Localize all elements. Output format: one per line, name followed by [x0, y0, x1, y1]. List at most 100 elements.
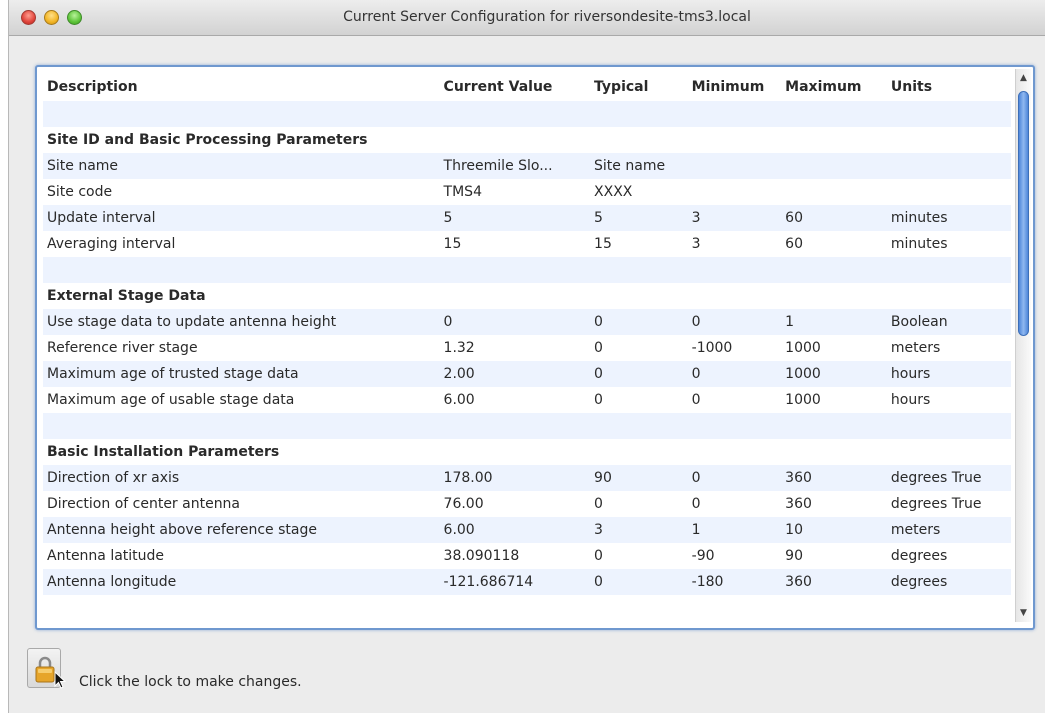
cell-typical[interactable]: 3	[590, 517, 688, 543]
table-row[interactable]: Maximum age of usable stage data 6.00 0 0 10…	[43, 387, 1011, 413]
cell-maximum[interactable]: 60	[781, 231, 887, 257]
cell-description[interactable]: Antenna longitude	[43, 569, 440, 595]
cell-current-value[interactable]: -121.686714	[439, 569, 591, 595]
cell-maximum[interactable]: 1000	[781, 335, 887, 361]
scroll-thumb[interactable]	[1018, 91, 1029, 336]
column-header-units[interactable]: Units	[886, 73, 1011, 101]
scroll-down-arrow-icon[interactable]: ▼	[1016, 606, 1031, 620]
cell-units[interactable]: minutes	[886, 231, 1011, 257]
cell-typical[interactable]: 90	[590, 465, 688, 491]
cell-maximum[interactable]: 10	[781, 517, 887, 543]
cell-maximum[interactable]: 1	[781, 309, 887, 335]
cell-maximum[interactable]	[781, 153, 887, 179]
title-bar[interactable]: Current Server Configuration for riverso…	[9, 0, 1045, 36]
cell-current-value[interactable]: 5	[439, 205, 591, 231]
cell-typical[interactable]: 0	[590, 387, 688, 413]
cell-current-value[interactable]: TMS4	[439, 179, 591, 205]
cell-units[interactable]: degrees	[886, 569, 1011, 595]
cell-minimum[interactable]: 0	[687, 387, 782, 413]
cell-units[interactable]: hours	[886, 387, 1011, 413]
scroll-up-arrow-icon[interactable]: ▲	[1016, 71, 1031, 85]
cell-current-value[interactable]: 1.32	[439, 335, 591, 361]
cell-units[interactable]: degrees True	[886, 491, 1011, 517]
config-table-container[interactable]: Description Current Value Typical Minimu…	[35, 65, 1035, 630]
cell-typical[interactable]: 0	[590, 543, 688, 569]
cell-description[interactable]: Site code	[43, 179, 440, 205]
table-row[interactable]: Antenna longitude -121.686714 0 -180 360 degr…	[43, 569, 1011, 595]
cell-current-value[interactable]: 76.00	[439, 491, 591, 517]
cell-minimum[interactable]	[687, 153, 782, 179]
cell-units[interactable]: degrees True	[886, 465, 1011, 491]
cell-units[interactable]: degrees	[886, 543, 1011, 569]
cell-current-value[interactable]: 15	[439, 231, 591, 257]
table-row[interactable]: Use stage data to update antenna height 0…	[43, 309, 1011, 335]
cell-units[interactable]: meters	[886, 517, 1011, 543]
table-row[interactable]: Antenna height above reference stage 6.00…	[43, 517, 1011, 543]
cell-minimum[interactable]: 0	[687, 309, 782, 335]
cell-description[interactable]: Site name	[43, 153, 440, 179]
cell-description[interactable]: Reference river stage	[43, 335, 440, 361]
cell-units[interactable]: minutes	[886, 205, 1011, 231]
cell-units[interactable]	[886, 153, 1011, 179]
cell-maximum[interactable]	[781, 179, 887, 205]
table-row[interactable]: Maximum age of trusted stage data 2.00 0 0 1…	[43, 361, 1011, 387]
cell-minimum[interactable]: 0	[687, 465, 782, 491]
cell-units[interactable]: Boolean	[886, 309, 1011, 335]
cell-units[interactable]: hours	[886, 361, 1011, 387]
cell-minimum[interactable]: 0	[687, 361, 782, 387]
cell-current-value[interactable]: 0	[439, 309, 591, 335]
cell-typical[interactable]: 0	[590, 309, 688, 335]
cell-units[interactable]	[886, 179, 1011, 205]
cell-typical[interactable]: XXXX	[590, 179, 688, 205]
cell-units[interactable]: meters	[886, 335, 1011, 361]
table-row[interactable]: Site code TMS4 XXXX	[43, 179, 1011, 205]
cell-maximum[interactable]: 360	[781, 465, 887, 491]
cell-minimum[interactable]: -90	[687, 543, 782, 569]
column-header-current-value[interactable]: Current Value	[439, 73, 591, 101]
cell-typical[interactable]: 0	[590, 569, 688, 595]
cell-typical[interactable]: 15	[590, 231, 688, 257]
cell-current-value[interactable]: 178.00	[439, 465, 591, 491]
cell-minimum[interactable]	[687, 179, 782, 205]
cell-maximum[interactable]: 1000	[781, 361, 887, 387]
table-row[interactable]: Direction of center antenna 76.00 0 0 360 deg…	[43, 491, 1011, 517]
cell-description[interactable]: Antenna latitude	[43, 543, 440, 569]
cell-maximum[interactable]: 90	[781, 543, 887, 569]
cell-minimum[interactable]: -1000	[687, 335, 782, 361]
cell-typical[interactable]: 0	[590, 361, 688, 387]
cell-typical[interactable]: 0	[590, 491, 688, 517]
cell-description[interactable]: Antenna height above reference stage	[43, 517, 440, 543]
lock-button[interactable]	[27, 648, 66, 689]
column-header-typical[interactable]: Typical	[590, 73, 688, 101]
cell-maximum[interactable]: 360	[781, 569, 887, 595]
cell-current-value[interactable]: 38.090118	[439, 543, 591, 569]
table-row[interactable]: Reference river stage 1.32 0 -1000 1000 meter…	[43, 335, 1011, 361]
cell-maximum[interactable]: 360	[781, 491, 887, 517]
cell-minimum[interactable]: 1	[687, 517, 782, 543]
table-row[interactable]: Update interval 5 5 3 60 minutes	[43, 205, 1011, 231]
cell-description[interactable]: Direction of xr axis	[43, 465, 440, 491]
cell-current-value[interactable]: 2.00	[439, 361, 591, 387]
column-header-minimum[interactable]: Minimum	[687, 73, 782, 101]
table-row[interactable]: Direction of xr axis 178.00 90 0 360 degrees …	[43, 465, 1011, 491]
cell-description[interactable]: Maximum age of usable stage data	[43, 387, 440, 413]
cell-description[interactable]: Averaging interval	[43, 231, 440, 257]
cell-current-value[interactable]: Threemile Slo...	[439, 153, 591, 179]
cell-minimum[interactable]: 0	[687, 491, 782, 517]
table-row[interactable]: Site name Threemile Slo... Site name	[43, 153, 1011, 179]
cell-description[interactable]: Update interval	[43, 205, 440, 231]
cell-minimum[interactable]: 3	[687, 205, 782, 231]
cell-typical[interactable]: 5	[590, 205, 688, 231]
cell-minimum[interactable]: -180	[687, 569, 782, 595]
cell-typical[interactable]: 0	[590, 335, 688, 361]
cell-description[interactable]: Maximum age of trusted stage data	[43, 361, 440, 387]
table-row[interactable]: Antenna latitude 38.090118 0 -90 90 degrees	[43, 543, 1011, 569]
column-header-description[interactable]: Description	[43, 73, 440, 101]
cell-current-value[interactable]: 6.00	[439, 387, 591, 413]
cell-typical[interactable]: Site name	[590, 153, 688, 179]
vertical-scrollbar[interactable]: ▲ ▼	[1015, 69, 1031, 622]
table-row[interactable]: Averaging interval 15 15 3 60 minutes	[43, 231, 1011, 257]
cell-maximum[interactable]: 1000	[781, 387, 887, 413]
column-header-maximum[interactable]: Maximum	[781, 73, 887, 101]
cell-description[interactable]: Direction of center antenna	[43, 491, 440, 517]
